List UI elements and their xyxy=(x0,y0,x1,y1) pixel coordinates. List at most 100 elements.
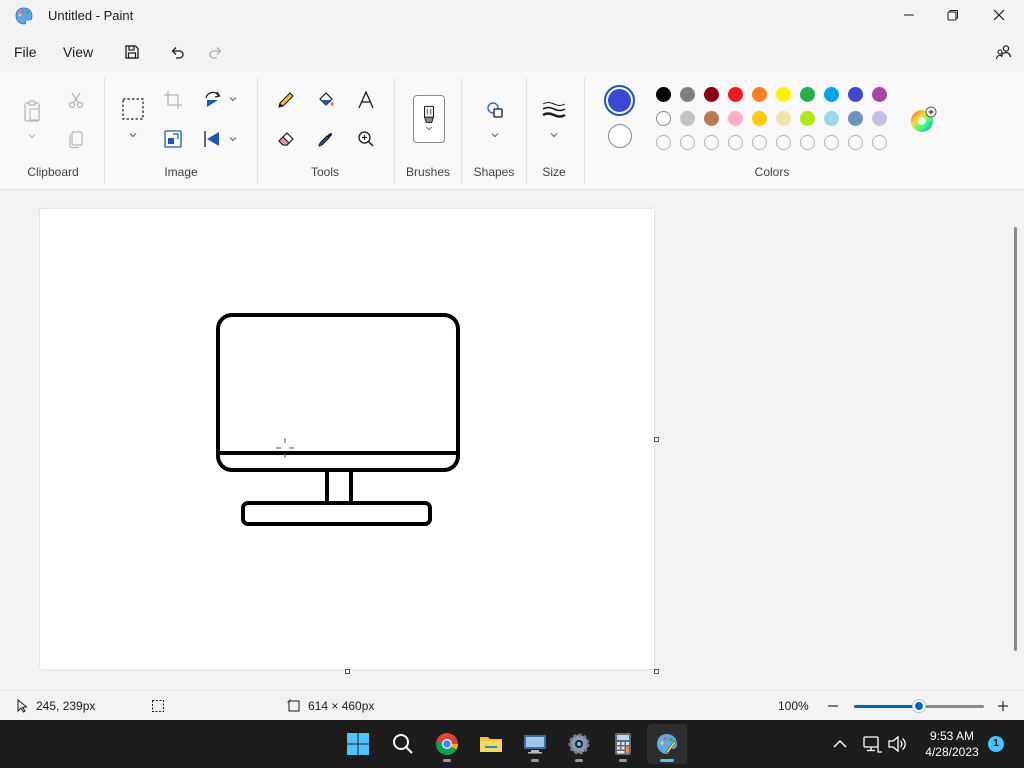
cut-icon xyxy=(68,92,84,109)
resize-button[interactable] xyxy=(159,125,187,153)
taskbar-settings[interactable] xyxy=(559,724,599,764)
palette-swatch[interactable] xyxy=(680,87,695,102)
undo-button[interactable] xyxy=(165,40,189,64)
select-button[interactable] xyxy=(118,94,148,124)
custom-color-slot[interactable] xyxy=(824,135,839,150)
canvas-size: 614 × 460px xyxy=(308,699,375,713)
text-button[interactable] xyxy=(352,86,380,114)
palette-swatch[interactable] xyxy=(872,87,887,102)
palette-swatch[interactable] xyxy=(704,87,719,102)
resize-handle-right[interactable] xyxy=(654,437,659,442)
restore-icon xyxy=(947,10,958,21)
volume-icon[interactable] xyxy=(887,734,907,754)
palette-swatch[interactable] xyxy=(848,111,863,126)
custom-color-slot[interactable] xyxy=(800,135,815,150)
palette-swatch[interactable] xyxy=(776,111,791,126)
secondary-color-button[interactable] xyxy=(608,124,632,148)
taskbar-search[interactable] xyxy=(383,724,423,764)
ribbon-divider xyxy=(104,78,105,184)
magnifier-button[interactable] xyxy=(352,125,380,153)
palette-swatch[interactable] xyxy=(728,111,743,126)
custom-color-slot[interactable] xyxy=(680,135,695,150)
taskbar-chrome[interactable] xyxy=(427,724,467,764)
eraser-button[interactable] xyxy=(272,125,300,153)
cut-button[interactable] xyxy=(62,86,90,114)
palette-swatch[interactable] xyxy=(776,87,791,102)
rotate-button[interactable] xyxy=(199,86,227,114)
taskbar-paint[interactable] xyxy=(647,724,687,764)
custom-color-slot[interactable] xyxy=(776,135,791,150)
flip-button[interactable] xyxy=(199,125,227,153)
crop-button[interactable] xyxy=(159,86,187,114)
selection-size-icon xyxy=(152,700,164,712)
custom-color-slot[interactable] xyxy=(848,135,863,150)
size-chevron-down-icon[interactable] xyxy=(549,130,559,140)
chevron-up-icon[interactable] xyxy=(830,734,850,754)
network-icon[interactable] xyxy=(862,734,882,754)
edit-colors-button[interactable] xyxy=(909,106,937,134)
taskbar-file-explorer[interactable] xyxy=(471,724,511,764)
save-button[interactable] xyxy=(120,40,144,64)
close-button[interactable] xyxy=(976,0,1022,30)
zoom-out-icon[interactable] xyxy=(826,699,840,713)
start-button[interactable] xyxy=(338,724,378,764)
clock-time: 9:53 AM xyxy=(929,729,975,743)
palette-swatch[interactable] xyxy=(680,111,695,126)
rotate-chevron-down-icon[interactable] xyxy=(228,94,238,104)
notification-badge[interactable]: 1 xyxy=(988,736,1004,752)
chrome-icon xyxy=(435,733,458,755)
custom-color-slot[interactable] xyxy=(656,135,671,150)
palette-swatch[interactable] xyxy=(704,111,719,126)
window-title: Untitled - Paint xyxy=(48,8,134,23)
palette-swatch[interactable] xyxy=(848,87,863,102)
custom-color-slot[interactable] xyxy=(872,135,887,150)
paste-icon xyxy=(24,100,40,122)
primary-color-button[interactable] xyxy=(604,85,635,116)
zoom-slider-thumb[interactable] xyxy=(913,700,925,712)
palette-swatch[interactable] xyxy=(800,87,815,102)
fill-bucket-icon xyxy=(319,92,334,106)
brushes-button[interactable] xyxy=(413,95,445,143)
palette-swatch[interactable] xyxy=(872,111,887,126)
system-clock[interactable]: 9:53 AM 4/28/2023 xyxy=(916,728,988,760)
zoom-in-icon[interactable] xyxy=(996,699,1010,713)
custom-color-slot[interactable] xyxy=(752,135,767,150)
shapes-chevron-down-icon[interactable] xyxy=(490,130,500,140)
palette-swatch[interactable] xyxy=(728,87,743,102)
paste-button[interactable] xyxy=(17,94,47,128)
redo-button[interactable] xyxy=(204,40,228,64)
palette-swatch[interactable] xyxy=(752,111,767,126)
custom-color-slot[interactable] xyxy=(728,135,743,150)
custom-color-slot[interactable] xyxy=(704,135,719,150)
paste-chevron-down-icon[interactable] xyxy=(27,131,37,141)
resize-handle-corner[interactable] xyxy=(654,669,659,674)
palette-swatch[interactable] xyxy=(800,111,815,126)
restore-button[interactable] xyxy=(930,0,976,30)
select-chevron-down-icon[interactable] xyxy=(128,130,138,140)
zoom-percentage[interactable]: 100% xyxy=(778,699,809,713)
size-button[interactable] xyxy=(540,96,568,124)
taskbar: 9:53 AM 4/28/2023 xyxy=(0,720,1024,768)
vertical-scrollbar[interactable] xyxy=(1014,227,1017,651)
view-menu[interactable]: View xyxy=(59,42,97,62)
palette-swatch[interactable] xyxy=(656,87,671,102)
palette-swatch[interactable] xyxy=(824,111,839,126)
taskbar-remote-desktop[interactable] xyxy=(515,724,555,764)
minimize-button[interactable] xyxy=(886,0,932,30)
drawing-canvas[interactable] xyxy=(40,209,654,669)
fill-button[interactable] xyxy=(312,86,340,114)
share-button[interactable] xyxy=(992,40,1016,64)
pencil-button[interactable] xyxy=(272,86,300,114)
resize-handle-bottom[interactable] xyxy=(345,669,350,674)
flip-chevron-down-icon[interactable] xyxy=(228,134,238,144)
taskbar-calculator[interactable] xyxy=(603,724,643,764)
file-menu[interactable]: File xyxy=(10,42,41,62)
palette-swatch[interactable] xyxy=(752,87,767,102)
palette-swatch[interactable] xyxy=(824,87,839,102)
color-picker-button[interactable] xyxy=(312,125,340,153)
copy-button[interactable] xyxy=(62,125,90,153)
shapes-button[interactable] xyxy=(481,96,509,124)
workspace xyxy=(0,191,1024,690)
flip-icon xyxy=(204,131,219,147)
palette-swatch[interactable] xyxy=(656,111,671,126)
